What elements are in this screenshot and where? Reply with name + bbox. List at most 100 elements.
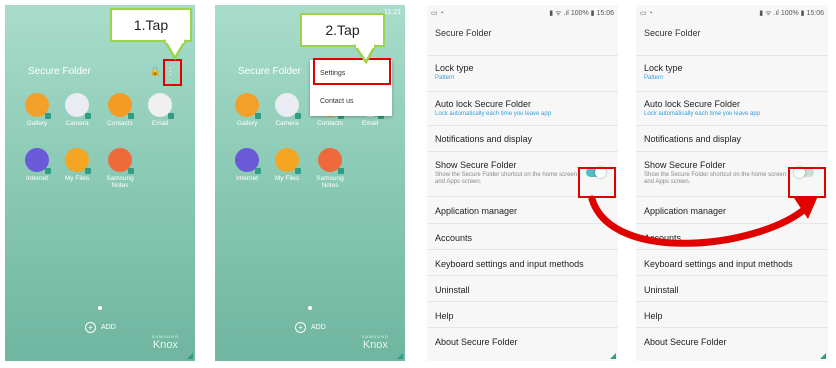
- app-label: Camera: [275, 120, 299, 127]
- add-button[interactable]: + ADD: [85, 322, 116, 333]
- notifications-row[interactable]: Notifications and display: [427, 126, 618, 152]
- help-row[interactable]: Help: [427, 302, 618, 328]
- row-title: About Secure Folder: [644, 337, 727, 347]
- status-right: ▮ ᯤ .ıl 100% ▮ 15:06: [549, 9, 614, 17]
- row-title: About Secure Folder: [435, 337, 518, 347]
- status-time: 15:06: [596, 9, 614, 17]
- app-label: Internet: [25, 175, 49, 182]
- contacts-icon: [108, 93, 134, 119]
- app-manager-row[interactable]: Application manager: [427, 197, 618, 224]
- status-battery: 100%: [570, 9, 589, 17]
- app-email[interactable]: Email: [140, 93, 180, 127]
- help-row[interactable]: Help: [636, 302, 828, 328]
- status-icons: ▭ ◔: [431, 10, 444, 17]
- about-row[interactable]: About Secure Folder: [427, 328, 618, 354]
- knox-logo: SAMSUNG Knox: [152, 334, 179, 351]
- row-sub: Pattern: [435, 75, 455, 81]
- callout-step2: 2.Tap: [300, 13, 385, 47]
- knox-big: Knox: [362, 339, 388, 351]
- knox-big: Knox: [152, 339, 178, 351]
- internet-icon: [25, 148, 51, 174]
- app-camera[interactable]: Camera: [57, 93, 97, 127]
- secure-folder-title: Secure Folder: [28, 66, 91, 77]
- app-label: Camera: [65, 120, 89, 127]
- app-label: Contacts: [107, 120, 133, 127]
- accounts-row[interactable]: Accounts: [636, 224, 828, 250]
- callout-text: 1.Tap: [133, 17, 169, 33]
- row-title: Application manager: [644, 206, 727, 216]
- row-title: Uninstall: [644, 285, 679, 295]
- settings-title: Secure Folder: [427, 21, 618, 56]
- lock-type-row[interactable]: Lock type Pattern: [427, 56, 618, 92]
- secure-folder-title: Secure Folder: [238, 66, 301, 77]
- app-contacts[interactable]: Contacts: [100, 93, 140, 127]
- app-internet[interactable]: Internet: [227, 148, 267, 182]
- row-title: Accounts: [435, 233, 473, 243]
- gallery-icon: [25, 93, 51, 119]
- row-title: Keyboard settings and input methods: [644, 259, 793, 269]
- app-camera[interactable]: Camera: [267, 93, 307, 127]
- notes-icon: [318, 148, 344, 174]
- folder-icon: [65, 148, 91, 174]
- row-title: Notifications and display: [435, 134, 533, 144]
- row-sub: Lock automatically each time you leave a…: [435, 111, 552, 117]
- callout-text: 2.Tap: [325, 22, 360, 38]
- accounts-row[interactable]: Accounts: [427, 224, 618, 250]
- row-sub: Pattern: [644, 75, 664, 81]
- row-title: Accounts: [644, 233, 682, 243]
- row-title: Notifications and display: [644, 134, 742, 144]
- auto-lock-row[interactable]: Auto lock Secure Folder Lock automaticall…: [427, 92, 618, 126]
- auto-lock-row[interactable]: Auto lock Secure Folder Lock automaticall…: [636, 92, 828, 126]
- row-desc: Show the Secure Folder shortcut on the h…: [644, 172, 787, 185]
- row-desc: Show the Secure Folder shortcut on the h…: [435, 172, 578, 185]
- corner-marker: [610, 353, 616, 359]
- highlight-toggle-after: [788, 167, 826, 198]
- row-title: Lock type: [435, 63, 474, 73]
- row-title: Help: [435, 311, 454, 321]
- page-indicator: [308, 306, 312, 310]
- app-gallery[interactable]: Gallery: [17, 93, 57, 127]
- app-manager-row[interactable]: Application manager: [636, 197, 828, 224]
- app-label: Internet: [235, 175, 259, 182]
- gallery-icon: [235, 93, 261, 119]
- add-button[interactable]: + ADD: [295, 322, 326, 333]
- app-samsung-notes[interactable]: Samsung Notes: [100, 148, 140, 189]
- app-label: Gallery: [26, 120, 48, 127]
- row-title: Help: [644, 311, 663, 321]
- plus-icon: +: [85, 322, 96, 333]
- notifications-row[interactable]: Notifications and display: [636, 126, 828, 152]
- status-battery: 100%: [780, 9, 799, 17]
- app-gallery[interactable]: Gallery: [227, 93, 267, 127]
- menu-item-contact-us[interactable]: Contact us: [310, 88, 392, 116]
- app-my-files[interactable]: My Files: [57, 148, 97, 182]
- uninstall-row[interactable]: Uninstall: [636, 276, 828, 302]
- corner-marker: [187, 353, 193, 359]
- status-right: ▮ ᯤ .ıl 100% ▮ 15:06: [759, 9, 824, 17]
- status-time: 11:21: [384, 8, 401, 16]
- status-time: 15:06: [806, 9, 824, 17]
- highlight-more-options: [163, 59, 182, 86]
- settings-title: Secure Folder: [636, 21, 828, 56]
- row-title: Keyboard settings and input methods: [435, 259, 584, 269]
- keyboard-row[interactable]: Keyboard settings and input methods: [636, 250, 828, 276]
- lock-type-row[interactable]: Lock type Pattern: [636, 56, 828, 92]
- page-indicator: [98, 306, 102, 310]
- status-bar: ▭ ◔ ▮ ᯤ .ıl 100% ▮ 15:06: [636, 5, 828, 21]
- app-samsung-notes[interactable]: Samsung Notes: [310, 148, 350, 189]
- app-my-files[interactable]: My Files: [267, 148, 307, 182]
- internet-icon: [235, 148, 261, 174]
- uninstall-row[interactable]: Uninstall: [427, 276, 618, 302]
- app-label: My Files: [274, 175, 300, 182]
- row-title: Auto lock Secure Folder: [644, 99, 741, 109]
- about-row[interactable]: About Secure Folder: [636, 328, 828, 354]
- keyboard-row[interactable]: Keyboard settings and input methods: [427, 250, 618, 276]
- app-label: Email: [151, 120, 169, 127]
- row-title: Application manager: [435, 206, 518, 216]
- app-label: Email: [361, 120, 379, 127]
- app-internet[interactable]: Internet: [17, 148, 57, 182]
- callout-step1: 1.Tap: [110, 8, 192, 42]
- corner-marker: [397, 353, 403, 359]
- knox-logo: SAMSUNG Knox: [362, 334, 389, 351]
- tutorial-composite: Secure Folder 🔒 ⋮ Gallery Camera Contact…: [0, 0, 836, 368]
- highlight-settings: [313, 58, 391, 85]
